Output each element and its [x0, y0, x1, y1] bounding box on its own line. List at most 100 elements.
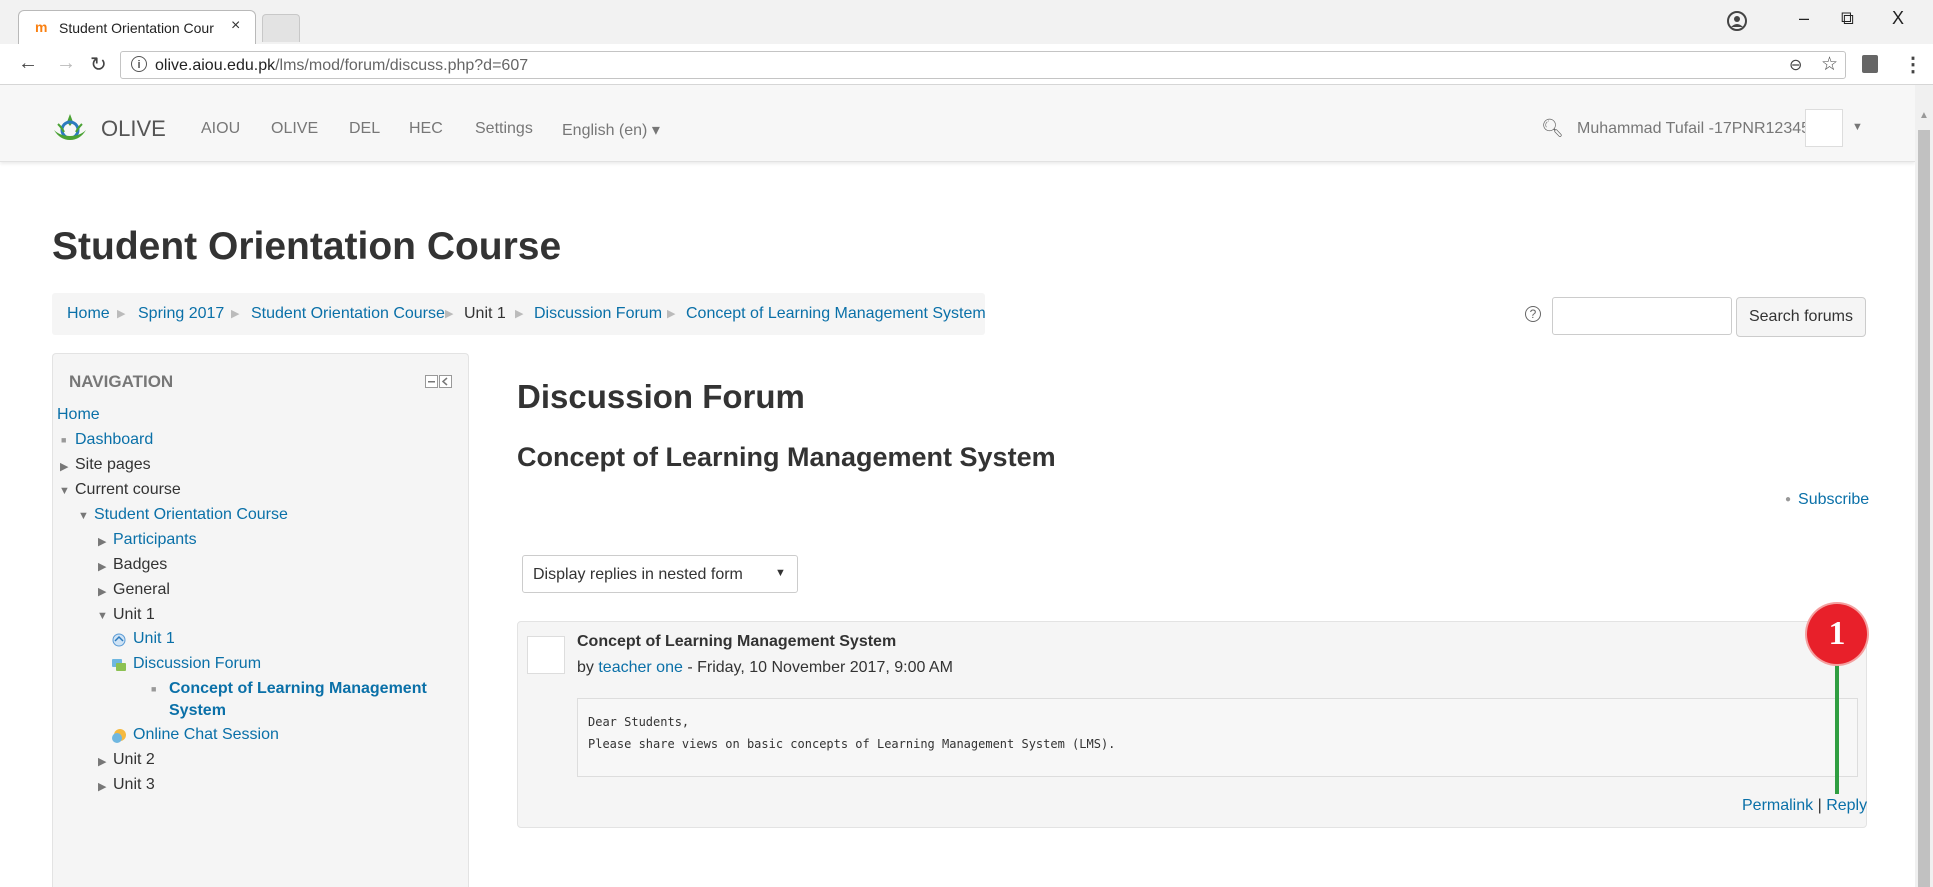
restore-button[interactable]: ⧉ — [1841, 8, 1854, 29]
scroll-up-arrow-icon[interactable]: ▲ — [1919, 110, 1929, 121]
nav-current-discussion[interactable]: Concept of Learning Management — [169, 680, 427, 698]
chat-module-icon — [112, 729, 126, 743]
nav-discussion-forum[interactable]: Discussion Forum — [133, 655, 261, 673]
url-host: olive.aiou.edu.pk — [155, 57, 276, 74]
nav-current-course[interactable]: Current course — [75, 481, 181, 499]
expand-arrow-icon[interactable]: ▶ — [98, 755, 106, 768]
nav-online-chat[interactable]: Online Chat Session — [133, 726, 279, 744]
post-date: - Friday, 10 November 2017, 9:00 AM — [682, 659, 953, 676]
expand-arrow-icon[interactable]: ▶ — [98, 535, 106, 548]
bullet-icon: ● — [1785, 494, 1792, 505]
menu-language[interactable]: English (en) ▾ — [562, 120, 660, 140]
collapse-arrow-icon[interactable]: ▼ — [78, 510, 89, 522]
nav-course[interactable]: Student Orientation Course — [94, 506, 288, 524]
subscribe-label[interactable]: Subscribe — [1798, 491, 1869, 508]
breadcrumb-separator-icon: ▶ — [445, 308, 454, 320]
breadcrumb-discussion-forum[interactable]: Discussion Forum — [534, 305, 662, 323]
expand-arrow-icon[interactable]: ▶ — [98, 585, 106, 598]
page-title: Student Orientation Course — [52, 225, 562, 268]
extension-icon[interactable] — [1862, 55, 1878, 73]
address-toolbar: ← → ↻ i olive.aiou.edu.pk/lms/mod/forum/… — [0, 44, 1933, 85]
post-subject: Concept of Learning Management System — [577, 633, 897, 650]
browser-tab[interactable]: m Student Orientation Cour × — [18, 10, 256, 44]
menu-settings[interactable]: Settings — [475, 120, 533, 138]
new-tab-button[interactable] — [262, 14, 300, 42]
display-mode-value: Display replies in nested form — [533, 566, 743, 583]
breadcrumb-discussion[interactable]: Concept of Learning Management System — [686, 305, 986, 323]
zoom-icon[interactable]: ⊖ — [1789, 55, 1802, 75]
menu-aiou[interactable]: AIOU — [201, 120, 240, 138]
nav-unit-1-page[interactable]: Unit 1 — [133, 630, 175, 648]
forum-heading: Discussion Forum — [517, 378, 805, 415]
collapse-arrow-icon[interactable]: ▼ — [97, 610, 108, 622]
navigation-block: NAVIGATION Home ■ Dashboard ▶ Site pages… — [52, 353, 469, 887]
post-byline: by teacher one - Friday, 10 November 201… — [577, 659, 953, 677]
olive-logo-icon[interactable] — [52, 112, 88, 142]
menu-olive[interactable]: OLIVE — [271, 120, 318, 138]
post-author-link[interactable]: teacher one — [598, 659, 683, 676]
menu-del[interactable]: DEL — [349, 120, 380, 138]
site-info-icon[interactable]: i — [131, 56, 147, 72]
profile-icon[interactable] — [1726, 10, 1748, 32]
forum-search-input[interactable] — [1552, 297, 1732, 335]
help-icon[interactable]: ? — [1525, 306, 1541, 322]
dropdown-caret-icon: ▼ — [775, 567, 786, 579]
expand-arrow-icon[interactable]: ▶ — [98, 780, 106, 793]
search-icon[interactable]: 🔍︎ — [1541, 118, 1564, 139]
reply-link[interactable]: Reply — [1826, 797, 1867, 814]
browser-tab-strip: m Student Orientation Cour × – ⧉ X — [0, 0, 1933, 44]
block-dock-controls-icon[interactable] — [425, 375, 453, 389]
search-forums-button[interactable]: Search forums — [1736, 297, 1866, 337]
tab-title: Student Orientation Cour — [59, 20, 214, 36]
nav-unit-2[interactable]: Unit 2 — [113, 751, 155, 769]
collapse-arrow-icon[interactable]: ▼ — [59, 485, 70, 497]
page-module-icon — [112, 633, 126, 647]
breadcrumb-spring-2017[interactable]: Spring 2017 — [138, 305, 224, 323]
reload-icon[interactable]: ↻ — [90, 52, 107, 77]
breadcrumb-separator-icon: ▶ — [515, 308, 524, 320]
nav-home[interactable]: Home — [57, 406, 100, 424]
back-arrow-icon[interactable]: ← — [18, 52, 38, 75]
discussion-heading: Concept of Learning Management System — [517, 442, 1056, 472]
forum-module-icon — [112, 659, 126, 671]
brand-name[interactable]: OLIVE — [101, 116, 166, 142]
post-author-avatar[interactable] — [527, 636, 565, 674]
user-name[interactable]: Muhammad Tufail -17PNR12345 — [1577, 120, 1810, 138]
user-menu-caret-icon[interactable]: ▼ — [1852, 121, 1863, 133]
url-text: olive.aiou.edu.pk/lms/mod/forum/discuss.… — [155, 57, 528, 75]
nav-current-discussion-line2[interactable]: System — [169, 702, 226, 720]
url-bar[interactable]: i olive.aiou.edu.pk/lms/mod/forum/discus… — [120, 51, 1846, 79]
subscribe-link[interactable]: ● Subscribe — [1785, 491, 1869, 509]
post-body: Dear Students, Please share views on bas… — [577, 698, 1858, 777]
permalink-link[interactable]: Permalink — [1742, 797, 1813, 814]
post-commands: Permalink | Reply — [1742, 797, 1867, 815]
expand-arrow-icon[interactable]: ▶ — [60, 460, 68, 473]
site-navbar: OLIVE AIOU OLIVE DEL HEC Settings Englis… — [0, 85, 1915, 162]
scrollbar-thumb[interactable] — [1918, 130, 1930, 887]
nav-participants[interactable]: Participants — [113, 531, 197, 549]
browser-menu-icon[interactable]: ⋮ — [1903, 52, 1923, 77]
display-mode-select[interactable]: Display replies in nested form ▼ — [522, 555, 798, 593]
expand-arrow-icon[interactable]: ▶ — [98, 560, 106, 573]
forum-post: Concept of Learning Management System by… — [517, 621, 1867, 828]
minimize-button[interactable]: – — [1799, 8, 1809, 29]
nav-general[interactable]: General — [113, 581, 170, 599]
user-avatar[interactable] — [1805, 109, 1843, 147]
breadcrumb-course[interactable]: Student Orientation Course — [251, 305, 445, 323]
command-separator: | — [1817, 797, 1822, 814]
post-by-prefix: by — [577, 659, 594, 676]
nav-dashboard[interactable]: Dashboard — [75, 431, 153, 449]
nav-badges[interactable]: Badges — [113, 556, 167, 574]
close-window-button[interactable]: X — [1892, 8, 1904, 29]
breadcrumb-separator-icon: ▶ — [667, 308, 676, 320]
url-path: /lms/mod/forum/discuss.php?d=607 — [275, 57, 529, 74]
bookmark-star-icon[interactable]: ☆ — [1821, 53, 1838, 76]
nav-unit-1[interactable]: Unit 1 — [113, 606, 155, 624]
forward-arrow-icon[interactable]: → — [56, 52, 76, 75]
nav-site-pages[interactable]: Site pages — [75, 456, 151, 474]
menu-hec[interactable]: HEC — [409, 120, 443, 138]
tab-close-icon[interactable]: × — [231, 17, 240, 35]
breadcrumb-unit-1: Unit 1 — [464, 305, 506, 322]
nav-unit-3[interactable]: Unit 3 — [113, 776, 155, 794]
breadcrumb-home[interactable]: Home — [67, 305, 110, 323]
